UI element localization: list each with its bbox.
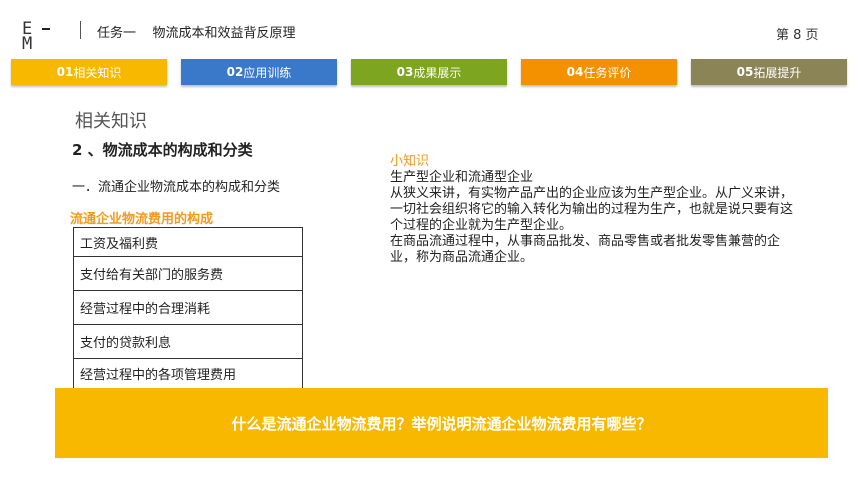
tab-number: 04 — [566, 65, 584, 79]
knowledge-box: 小知识 生产型企业和流通型企业 从狭义来讲，有实物产品产出的企业应该为生产型企业… — [390, 154, 800, 266]
table-row: 工资及福利费 — [73, 227, 303, 257]
header-title: 任务一 物流成本和效益背反原理 — [97, 26, 296, 41]
bullet-text: 一．流通企业物流成本的构成和分类 — [72, 180, 281, 195]
table-row: 经营过程中的合理消耗 — [73, 290, 303, 325]
tab-number: 02 — [226, 65, 244, 79]
knowledge-line: 在商品流通过程中，从事商品批发、商品零售或者批发零售兼营的企业，称为商品流通企业… — [390, 234, 781, 265]
tab-label: 拓展提升 — [753, 65, 802, 80]
logo-text: E M — [22, 19, 33, 54]
cost-table: 工资及福利费 支付给有关部门的服务费 经营过程中的合理消耗 支付的贷款利息 经营… — [73, 227, 303, 389]
table-row: 经营过程中的各项管理费用 — [73, 358, 303, 389]
tab-task-evaluation[interactable]: 04 任务评价 — [521, 59, 677, 85]
tab-extension[interactable]: 05 拓展提升 — [691, 59, 847, 85]
cost-heading: 流通企业物流费用的构成 — [70, 212, 214, 227]
table-cell: 经营过程中的合理消耗 — [73, 290, 303, 325]
tab-label: 应用训练 — [243, 65, 292, 80]
tab-application-training[interactable]: 02 应用训练 — [181, 59, 337, 85]
sub-heading: 2 、物流成本的构成和分类 — [72, 141, 253, 159]
knowledge-line: 生产型企业和流通型企业 — [390, 170, 534, 185]
logo: E M — [22, 19, 64, 58]
nav-tabs: 01 相关知识 02 应用训练 03 成果展示 04 任务评价 05 拓展提升 — [11, 59, 851, 87]
tab-number: 05 — [736, 65, 754, 79]
header-divider — [80, 21, 81, 39]
tab-label: 成果展示 — [413, 65, 462, 80]
question-banner: 什么是流通企业物流费用？举例说明流通企业物流费用有哪些？ — [55, 388, 828, 458]
tab-number: 01 — [56, 65, 74, 79]
table-cell: 工资及福利费 — [73, 227, 303, 257]
table-cell: 支付给有关部门的服务费 — [73, 256, 303, 291]
knowledge-title: 小知识 — [390, 154, 430, 169]
table-row: 支付给有关部门的服务费 — [73, 256, 303, 291]
table-cell: 经营过程中的各项管理费用 — [73, 358, 303, 389]
tab-label: 相关知识 — [73, 65, 122, 80]
section-label: 相关知识 — [75, 111, 147, 132]
table-row: 支付的贷款利息 — [73, 324, 303, 359]
page-number: 第 8 页 — [776, 28, 819, 43]
tab-results-display[interactable]: 03 成果展示 — [351, 59, 507, 85]
tab-label: 任务评价 — [583, 65, 632, 80]
logo-dash — [42, 28, 50, 30]
knowledge-line: 从狭义来讲，有实物产品产出的企业应该为生产型企业。从广义来讲，一切社会组织将它的… — [390, 186, 794, 233]
question-text: 什么是流通企业物流费用？举例说明流通企业物流费用有哪些？ — [231, 414, 652, 433]
tab-number: 03 — [396, 65, 414, 79]
tab-related-knowledge[interactable]: 01 相关知识 — [11, 59, 167, 85]
table-cell: 支付的贷款利息 — [73, 324, 303, 359]
